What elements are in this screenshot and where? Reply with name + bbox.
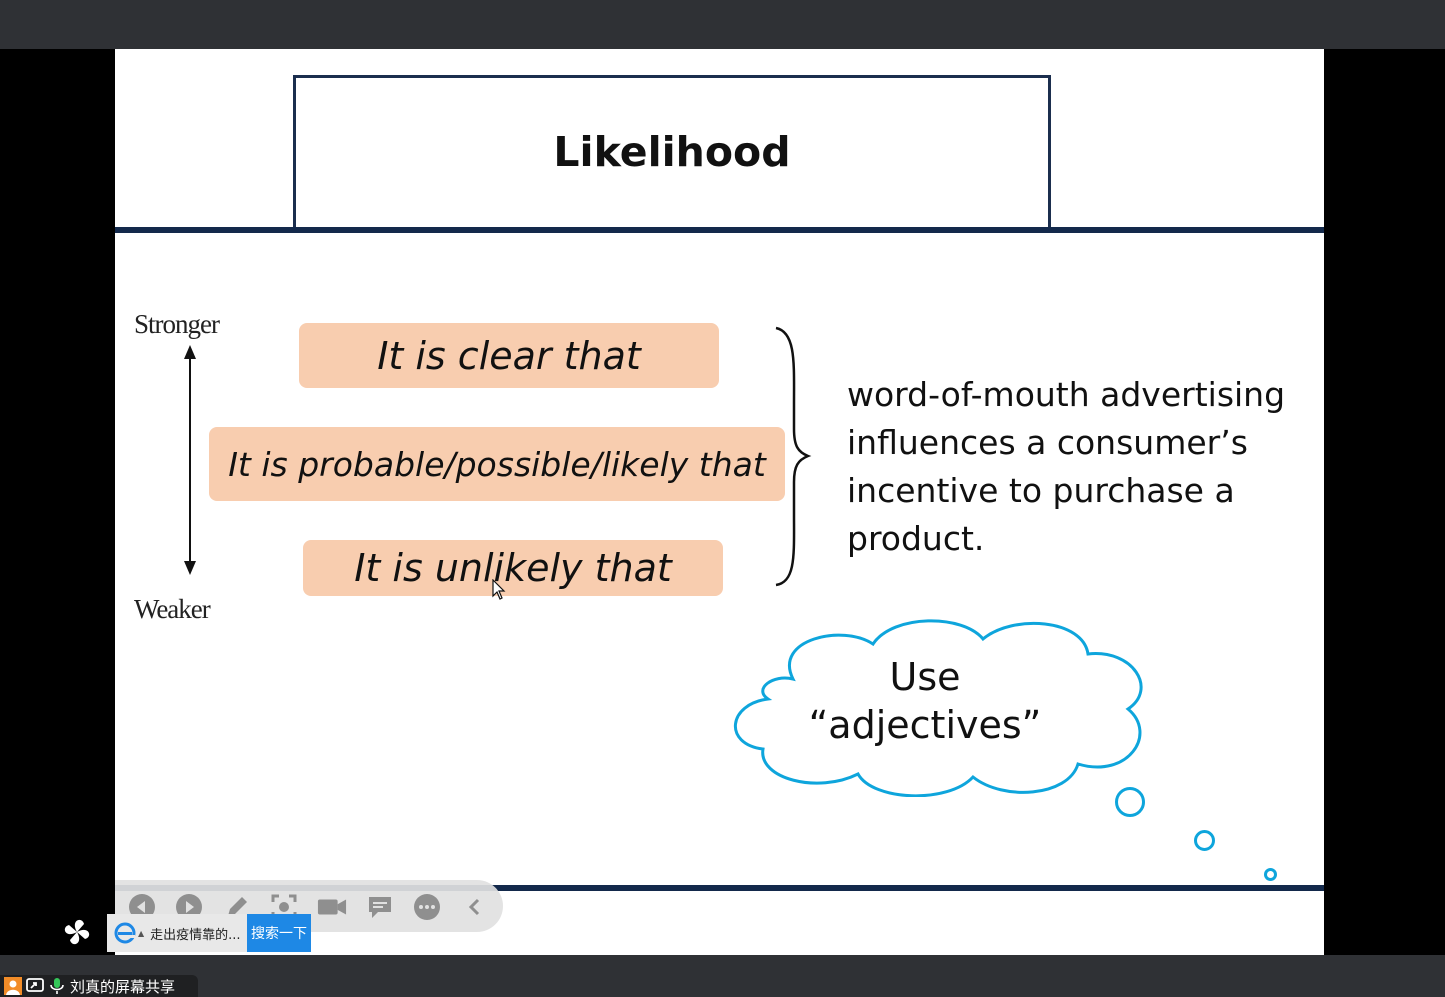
phrase-strong: It is clear that (299, 323, 719, 388)
user-icon (4, 977, 22, 995)
double-arrow-icon (184, 345, 196, 575)
mouse-cursor-icon (492, 579, 506, 600)
phrase-weak: It is unlikely that (303, 540, 723, 596)
screen-share-status: 刘真的屏幕共享 (0, 975, 198, 997)
microphone-icon[interactable] (48, 977, 66, 995)
thought-bubble-large (1115, 787, 1145, 817)
bottom-bar (0, 955, 1445, 997)
browser-e-icon (114, 922, 136, 944)
slide: Likelihood Stronger Weaker It is clear t… (115, 49, 1324, 955)
search-button[interactable]: 搜索一下 (247, 914, 311, 952)
callout-line-1: Use (889, 655, 961, 699)
pinwheel-logo-icon[interactable] (62, 917, 92, 947)
collapse-icon[interactable] (460, 892, 490, 922)
comment-icon[interactable] (365, 892, 395, 922)
thought-bubble-small (1264, 868, 1277, 881)
callout-line-2: “adjectives” (808, 703, 1042, 747)
more-icon[interactable] (412, 892, 442, 922)
search-widget[interactable]: ▲ 走出疫情靠的... 搜索一下 (107, 914, 311, 952)
scale-top-label: Stronger (134, 309, 220, 339)
screen-share-label: 刘真的屏幕共享 (70, 977, 176, 996)
statement-text: word-of-mouth advertising influences a c… (847, 375, 1286, 558)
phrase-medium: It is probable/possible/likely that (209, 427, 785, 501)
search-suggestion-text[interactable]: 走出疫情靠的... (150, 924, 250, 943)
slide-title: Likelihood (553, 128, 791, 176)
top-bar (0, 0, 1445, 49)
video-icon[interactable] (317, 892, 347, 922)
screen-share-icon (26, 978, 44, 992)
thought-bubble-medium (1194, 830, 1215, 851)
title-box: Likelihood (293, 75, 1051, 229)
title-divider (115, 227, 1324, 233)
dropdown-caret-icon[interactable]: ▲ (138, 929, 144, 938)
right-brace-icon (775, 326, 812, 587)
scale-bottom-label: Weaker (134, 594, 211, 624)
cloud-callout-text: Use “adjectives” (775, 653, 1075, 749)
